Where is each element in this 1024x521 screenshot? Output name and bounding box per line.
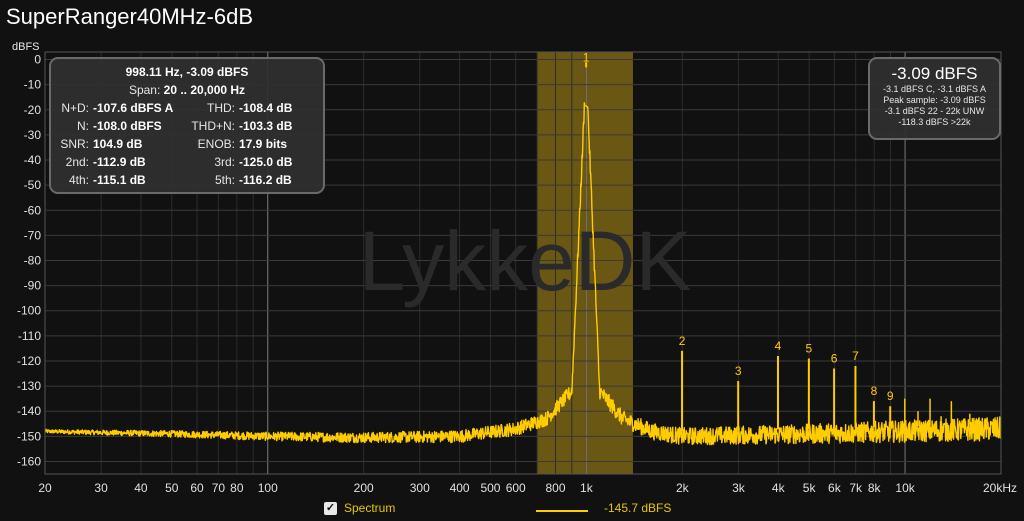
y-tick-label: -90: [24, 279, 42, 293]
harmonic-label: 7: [852, 349, 859, 363]
harmonic-label: 3: [735, 364, 742, 378]
y-tick-label: -160: [17, 454, 41, 468]
measurement-label: 5th:: [214, 173, 235, 187]
y-tick-label: -20: [24, 103, 42, 117]
x-tick-label: 20kHz: [983, 481, 1017, 495]
x-tick-label: 3k: [732, 481, 746, 495]
legend-line-swatch: [536, 510, 588, 512]
level-line: -3.1 dBFS C, -3.1 dBFS A: [882, 84, 987, 94]
x-tick-label: 8k: [868, 481, 882, 495]
measurement-panel: 998.11 Hz, -3.09 dBFS Span: 20 .. 20,000…: [49, 57, 325, 194]
harmonic-label: 5: [806, 341, 813, 355]
measurement-value: -125.0 dB: [239, 155, 293, 169]
x-tick-label: 1k: [580, 481, 594, 495]
measurement-header: 998.11 Hz, -3.09 dBFS: [125, 65, 249, 79]
y-tick-label: -130: [17, 379, 41, 393]
measurement-label: N+D:: [61, 101, 89, 115]
measurement-label: SNR:: [60, 137, 89, 151]
x-tick-label: 6k: [828, 481, 842, 495]
x-tick-label: 70: [212, 481, 226, 495]
measurement-label: 4th:: [68, 173, 89, 187]
level-line: -118.3 dBFS >22k: [898, 117, 971, 127]
x-tick-label: 20: [38, 481, 52, 495]
x-tick-label: 600: [506, 481, 526, 495]
harmonic-label: 6: [831, 352, 838, 366]
y-tick-label: 0: [34, 53, 41, 67]
measurement-value: -107.6 dBFS A: [93, 101, 174, 115]
x-tick-label: 10k: [895, 481, 915, 495]
measurement-value: -108.0 dBFS: [93, 119, 162, 133]
watermark: LykkeDK: [358, 214, 691, 308]
legend-line-value: -145.7 dBFS: [604, 501, 672, 515]
measurement-value: -115.1 dB: [93, 173, 146, 187]
y-tick-label: -140: [17, 404, 41, 418]
x-tick-label: 100: [258, 481, 278, 495]
span-row: Span: 20 .. 20,000 Hz: [51, 83, 323, 97]
x-tick-label: 5k: [803, 481, 817, 495]
x-tick-label: 2k: [676, 481, 690, 495]
x-tick-label: 7k: [849, 481, 863, 495]
y-tick-label: -30: [24, 128, 42, 142]
level-value: -3.09 dBFS: [891, 64, 978, 83]
measurement-label: 2nd:: [65, 155, 89, 169]
measurement-value: -103.3 dB: [239, 119, 293, 133]
y-tick-label: -80: [24, 253, 42, 267]
x-tick-label: 4k: [772, 481, 786, 495]
y-tick-label: -100: [17, 304, 41, 318]
span-value: 20 .. 20,000 Hz: [163, 83, 246, 97]
harmonic-label: 9: [887, 389, 894, 403]
level-line: Peak sample: -3.09 dBFS: [883, 95, 986, 105]
x-tick-label: 300: [410, 481, 430, 495]
y-tick-label: -60: [24, 203, 42, 217]
y-axis-label: dBFS: [12, 41, 40, 53]
harmonic-label: 4: [775, 339, 782, 353]
measurement-value: -116.2 dB: [239, 173, 292, 187]
measurement-value: 104.9 dB: [93, 137, 143, 151]
harmonic-label: 8: [871, 384, 878, 398]
x-tick-label: 80: [230, 481, 244, 495]
y-tick-label: -40: [24, 153, 42, 167]
x-tick-label: 50: [165, 481, 179, 495]
x-tick-label: 60: [190, 481, 204, 495]
y-tick-label: -150: [17, 429, 41, 443]
x-tick-label: 800: [546, 481, 566, 495]
measurement-label: THD+N:: [191, 119, 235, 133]
x-tick-label: 200: [354, 481, 374, 495]
level-panel: -3.09 dBFS -3.1 dBFS C, -3.1 dBFS A Peak…: [868, 57, 1001, 140]
measurement-label: 3rd:: [214, 155, 235, 169]
y-tick-label: -50: [24, 178, 42, 192]
measurement-label: THD:: [207, 101, 235, 115]
y-tick-label: -120: [17, 354, 41, 368]
y-tick-label: -10: [24, 78, 42, 92]
measurement-value: -112.9 dB: [93, 155, 146, 169]
x-tick-label: 30: [94, 481, 108, 495]
measurement-value: -108.4 dB: [239, 101, 293, 115]
harmonic-label: 2: [679, 334, 686, 348]
y-tick-label: -70: [24, 228, 42, 242]
span-label: Span:: [128, 83, 161, 97]
measurement-value: 17.9 bits: [239, 137, 288, 151]
x-tick-label: 400: [450, 481, 470, 495]
measurement-label: ENOB:: [197, 137, 235, 151]
x-tick-label: 500: [480, 481, 500, 495]
measurement-label: N:: [77, 119, 89, 133]
y-tick-label: -110: [18, 329, 41, 343]
level-line: -3.1 dBFS 22 - 22k UNW: [884, 106, 985, 116]
spectrum-checkbox[interactable]: ✓: [324, 502, 337, 515]
x-tick-label: 40: [134, 481, 148, 495]
legend-spectrum-label[interactable]: Spectrum: [344, 501, 395, 515]
